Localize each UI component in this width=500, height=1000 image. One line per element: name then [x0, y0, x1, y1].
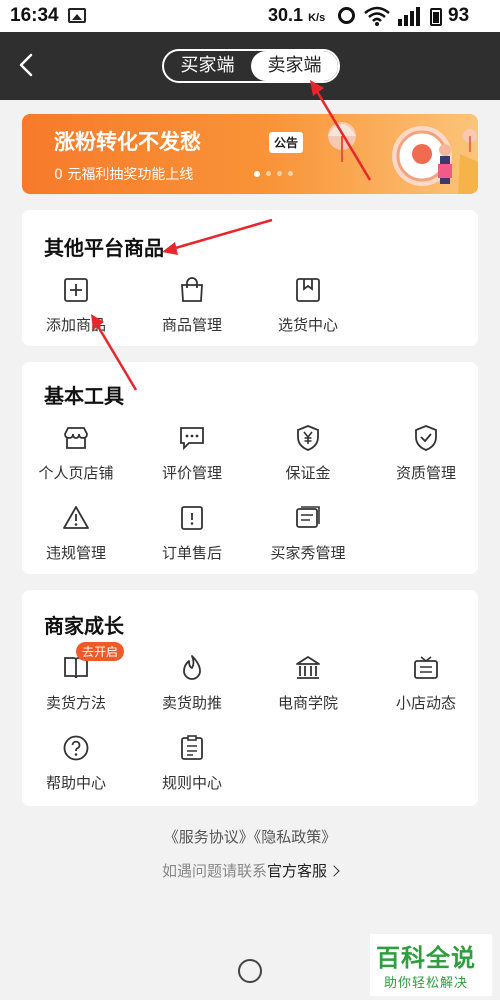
section-merchant-growth: 商家成长 去开启 卖货方法 卖货助推 电商学院 小店动态 帮助中心 规则中心: [22, 590, 478, 806]
menu-item-label: 规则中心: [161, 774, 222, 792]
menu-item-help-center[interactable]: 帮助中心: [24, 734, 124, 794]
menu-item-ecommerce-academy[interactable]: 电商学院: [256, 654, 356, 714]
menu-item-selection-center[interactable]: 选货中心: [256, 276, 356, 336]
warning-icon: [63, 506, 89, 529]
wifi-icon: [364, 6, 390, 26]
menu-item-label: 买家秀管理: [270, 544, 346, 562]
policy-links: 《服务协议》《隐私政策》: [0, 826, 500, 847]
order-icon: [181, 506, 203, 530]
menu-item-sales-boost[interactable]: 卖货助推: [140, 654, 240, 714]
banner-dot: [266, 171, 271, 176]
menu-item-label: 卖货助推: [161, 694, 222, 712]
bookmark-icon: [296, 278, 320, 302]
menu-item-label: 电商学院: [277, 694, 338, 712]
watermark-subtitle: 助你轻松解决: [384, 976, 469, 991]
official-support-link[interactable]: 官方客服: [267, 862, 340, 880]
battery-icon: [430, 8, 442, 26]
menu-item-qualification[interactable]: 资质管理: [374, 424, 474, 484]
menu-item-rules-center[interactable]: 规则中心: [140, 734, 240, 794]
alarm-icon: [338, 7, 355, 24]
menu-item-store-news[interactable]: 小店动态: [374, 654, 474, 714]
plus-box-icon: [64, 278, 88, 302]
status-bar: 16:34 30.1 K/s 93: [0, 0, 500, 32]
fire-icon: [183, 655, 201, 680]
network-speed: 30.1 K/s: [268, 5, 325, 26]
shopping-bag-icon: [181, 277, 203, 302]
menu-item-label: 卖货方法: [45, 694, 106, 712]
menu-item-deposit[interactable]: 保证金: [256, 424, 356, 484]
menu-item-label: 小店动态: [395, 694, 456, 712]
banner-dot: [277, 171, 282, 176]
network-speed-value: 30.1: [268, 5, 304, 25]
menu-item-label: 评价管理: [161, 464, 222, 482]
menu-item-label: 添加商品: [45, 316, 106, 334]
help-icon: [63, 735, 89, 761]
menu-item-order-aftersale[interactable]: 订单售后: [140, 504, 240, 564]
service-agreement-link[interactable]: 《服务协议》: [164, 828, 254, 846]
section-basic-tools: 基本工具 个人页店铺 评价管理 保证金 资质管理 违规管理 订单售后 买家秀管理: [22, 362, 478, 574]
menu-item-selling-methods[interactable]: 去开启 卖货方法: [24, 642, 125, 714]
section-title: 商家成长: [44, 614, 124, 638]
network-speed-unit: K/s: [308, 12, 326, 24]
role-switcher: 买家端 卖家端: [162, 49, 340, 83]
banner-dot: [254, 170, 260, 177]
message-board-icon: [296, 506, 320, 528]
watermark-logo: 百科全说 助你轻松解决: [370, 934, 492, 996]
tab-buyer[interactable]: 买家端: [164, 51, 251, 81]
status-time: 16:34: [10, 5, 59, 26]
banner-title: 涨粉转化不发愁: [54, 130, 201, 154]
chevron-right-icon: [328, 865, 340, 877]
menu-item-add-goods[interactable]: 添加商品: [24, 276, 124, 336]
menu-item-label: 违规管理: [45, 544, 106, 562]
menu-item-review-management[interactable]: 评价管理: [140, 424, 240, 484]
privacy-policy-link[interactable]: 《隐私政策》: [254, 828, 337, 846]
menu-item-label: 选货中心: [277, 316, 338, 334]
menu-item-label: 订单售后: [161, 544, 222, 562]
enable-badge[interactable]: 去开启: [76, 642, 125, 661]
section-title: 基本工具: [44, 384, 124, 408]
home-button-icon[interactable]: [238, 959, 262, 983]
menu-item-label: 个人页店铺: [38, 464, 114, 482]
menu-item-label: 帮助中心: [45, 774, 106, 792]
cellular-signal-icon: [398, 7, 420, 26]
section-title: 其他平台商品: [44, 236, 164, 260]
check-shield-icon: [415, 425, 437, 451]
news-icon: [414, 656, 438, 679]
academy-icon: [296, 656, 320, 679]
comment-icon: [180, 427, 204, 451]
menu-item-buyer-show[interactable]: 买家秀管理: [256, 504, 356, 564]
menu-item-label: 资质管理: [395, 464, 456, 482]
watermark-title: 百科全说: [376, 944, 476, 972]
yen-shield-icon: [297, 425, 319, 451]
storefront-icon: [64, 427, 88, 449]
promo-banner[interactable]: 涨粉转化不发愁 公告 0 元福利抽奖功能上线: [22, 114, 478, 194]
rules-icon: [181, 735, 203, 760]
banner-pagination: [254, 170, 293, 177]
section-other-platform-goods: 其他平台商品 添加商品 商品管理 选货中心: [22, 210, 478, 346]
top-nav-bar: 买家端 卖家端: [0, 32, 500, 100]
banner-dot: [288, 171, 293, 176]
contact-line: 如遇问题请联系官方客服: [0, 860, 500, 881]
contact-prefix: 如遇问题请联系: [161, 862, 267, 880]
banner-illustration: [328, 122, 478, 194]
announcement-tag: 公告: [269, 132, 304, 153]
back-icon[interactable]: [14, 52, 40, 78]
banner-subtitle: 0 元福利抽奖功能上线: [54, 167, 194, 183]
battery-percent: 93: [448, 5, 470, 26]
menu-item-label: 商品管理: [161, 316, 222, 334]
official-support-label: 官方客服: [267, 862, 328, 880]
menu-item-label: 保证金: [285, 464, 331, 482]
menu-item-personal-store[interactable]: 个人页店铺: [24, 424, 124, 484]
image-notification-icon: [68, 8, 86, 23]
tab-seller[interactable]: 卖家端: [251, 51, 338, 81]
menu-item-violation[interactable]: 违规管理: [24, 504, 124, 564]
menu-item-goods-management[interactable]: 商品管理: [140, 276, 240, 336]
